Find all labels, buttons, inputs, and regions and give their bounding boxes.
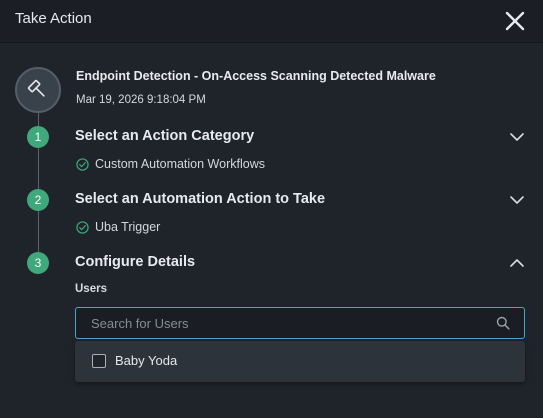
- user-option[interactable]: Baby Yoda: [92, 353, 177, 368]
- step-3-toggle[interactable]: [509, 255, 525, 271]
- step-2-title[interactable]: Select an Automation Action to Take: [75, 191, 325, 207]
- search-icon: [496, 316, 510, 330]
- step-1-title[interactable]: Select an Action Category: [75, 128, 254, 144]
- step-1-selection-label: Custom Automation Workflows: [95, 157, 265, 171]
- step-2-number: 2: [27, 189, 49, 211]
- user-search-input[interactable]: [76, 308, 486, 338]
- user-search-box[interactable]: [75, 307, 525, 339]
- close-button[interactable]: [503, 9, 527, 33]
- user-option-checkbox[interactable]: [92, 353, 106, 368]
- check-circle-icon: [76, 220, 89, 234]
- step-2-selection-label: Uba Trigger: [95, 220, 161, 234]
- user-option-label: Baby Yoda: [115, 353, 178, 368]
- step-1-toggle[interactable]: [509, 129, 525, 145]
- step-2-selection: Uba Trigger: [76, 220, 160, 234]
- user-options-dropdown: Baby Yoda: [75, 341, 525, 382]
- dialog-title: Take Action: [15, 10, 92, 27]
- close-icon[interactable]: [503, 9, 527, 33]
- chevron-down-icon[interactable]: [509, 129, 525, 145]
- chevron-down-icon[interactable]: [509, 192, 525, 208]
- chevron-up-icon[interactable]: [509, 255, 525, 271]
- step-1-number: 1: [27, 126, 49, 148]
- step-1-selection: Custom Automation Workflows: [76, 157, 265, 171]
- gavel-icon: [27, 79, 45, 97]
- check-circle-icon: [76, 157, 89, 171]
- event-timestamp: Mar 19, 2026 9:18:04 PM: [76, 94, 206, 106]
- step-3-number: 3: [27, 252, 49, 274]
- dialog-header: Take Action: [0, 0, 543, 43]
- step-2-toggle[interactable]: [509, 192, 525, 208]
- event-icon-badge: [15, 67, 61, 113]
- users-label: Users: [75, 283, 107, 295]
- event-title: Endpoint Detection - On-Access Scanning …: [76, 69, 436, 83]
- step-3-title[interactable]: Configure Details: [75, 254, 195, 270]
